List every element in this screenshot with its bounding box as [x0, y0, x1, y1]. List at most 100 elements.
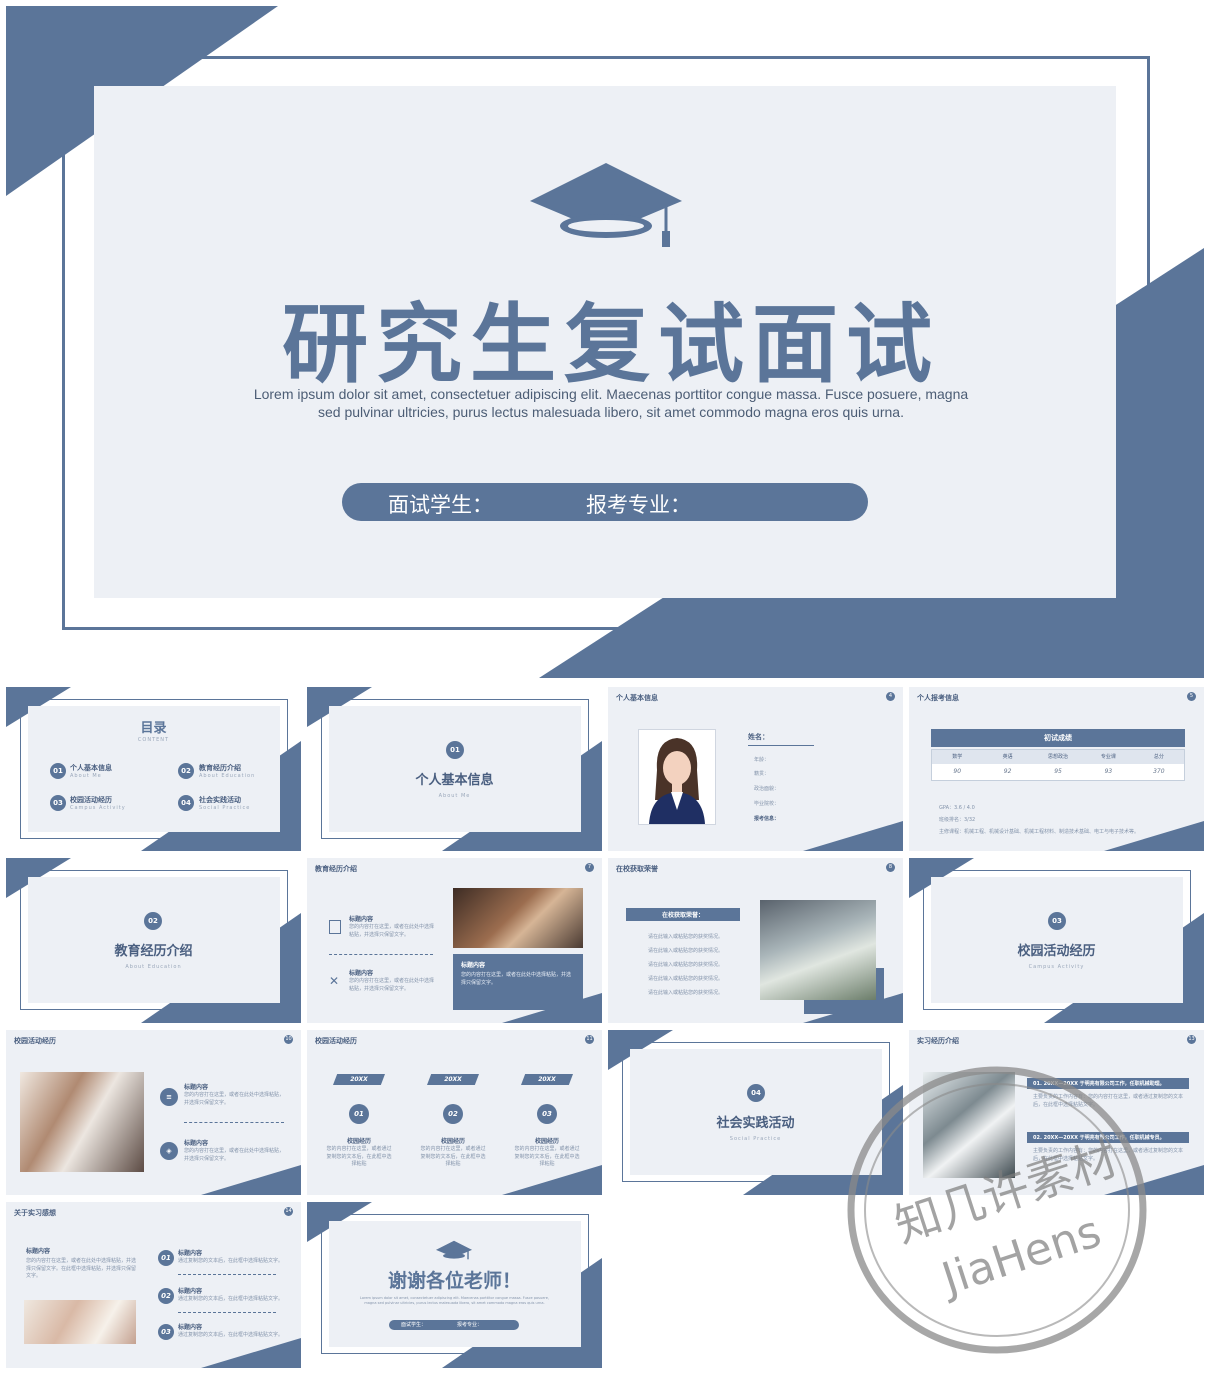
- honor-item: 请在此输入或粘贴您的获奖情况。: [648, 934, 724, 940]
- list-icon: ≡: [160, 1088, 178, 1106]
- field-label: 毕业院校：: [754, 801, 780, 807]
- thumb-thanks[interactable]: 谢谢各位老师！ Lorem ipsum dolor sit amet, cons…: [307, 1202, 602, 1368]
- score-value: 95: [1054, 768, 1062, 775]
- campus-item-text: 您的内容打在这里，或者在此处中选择粘贴，并选择只保留文字。: [184, 1148, 285, 1162]
- toc-item-label: 校园活动经历: [70, 796, 112, 804]
- flowers-photo: [24, 1300, 136, 1344]
- plant-photo: [760, 900, 876, 1000]
- page-number: 7: [585, 863, 594, 872]
- intern-item-2: 02. 20XX—20XX 于明亮有限公司工作，任职机械专员。: [1027, 1132, 1189, 1143]
- section-num: 01: [446, 741, 464, 759]
- score-col-header: 专业课: [1100, 754, 1116, 760]
- toc-title: 目录: [140, 721, 167, 736]
- reflect-item-text: 通过复制您的文本后，在此框中选择粘贴文字。: [178, 1296, 284, 1302]
- year-tag: 20XX: [521, 1074, 573, 1085]
- toc-item-en: Social Practice: [199, 805, 251, 811]
- name-label: 姓名：: [748, 733, 769, 741]
- score-value: 90: [953, 768, 962, 775]
- intern-text: 主要负责的工作内容有：您的内容打在这里，或者通过复制您的文本后，在此框中选择粘贴…: [1033, 1094, 1184, 1108]
- year-tag: 20XX: [333, 1074, 385, 1085]
- divider: [184, 1122, 284, 1123]
- thumb-personal-info[interactable]: 个人基本信息 4 姓名： 年龄： 籍贯： 政治面貌： 毕业院校： 报考信息：: [608, 687, 903, 851]
- score-col-header: 英语: [1002, 754, 1013, 760]
- page-number: 10: [284, 1035, 293, 1044]
- honor-item: 请在此输入或粘贴您的获奖情况。: [648, 990, 724, 996]
- thumb-scores[interactable]: 个人报考信息 5 初试成绩 数学 英语 思想政治 专业课 总分 90 92 95…: [909, 687, 1204, 851]
- score-note: 班级排名：3/32: [939, 817, 976, 823]
- reflect-num: 02: [158, 1288, 174, 1304]
- divider: [178, 1274, 276, 1275]
- slide-header: 个人报考信息: [917, 694, 959, 702]
- timeline-label: 校园经历: [440, 1138, 465, 1145]
- thumb-section-04[interactable]: 04 社会实践活动 Social Practice: [608, 1030, 903, 1195]
- reflect-item-title: 标题内容: [178, 1288, 203, 1295]
- field-label: 年龄：: [754, 757, 770, 763]
- main-slide[interactable]: 研究生复试面试 Lorem ipsum dolor sit amet, cons…: [6, 6, 1204, 678]
- score-col-header: 总分: [1153, 754, 1164, 760]
- thumb-section-01[interactable]: 01 个人基本信息 About Me: [307, 687, 602, 851]
- page-number: 4: [886, 692, 895, 701]
- toc-subtitle: CONTENT: [137, 737, 170, 743]
- thanks-text: Lorem ipsum dolor sit amet, consectetuer…: [359, 1296, 550, 1306]
- section-num: 02: [144, 912, 162, 930]
- toc-item-en: Campus Activity: [70, 805, 126, 811]
- reflect-num: 01: [158, 1250, 174, 1266]
- section-title: 社会实践活动: [716, 1116, 795, 1131]
- thumb-toc[interactable]: 目录 CONTENT 01 个人基本信息 About Me 02 教育经历介绍 …: [6, 687, 301, 851]
- divider: [748, 745, 814, 746]
- book-photo: [453, 888, 583, 948]
- thumb-section-03[interactable]: 03 校园活动经历 Campus Activity: [909, 858, 1204, 1023]
- toc-item-label: 教育经历介绍: [199, 764, 241, 772]
- thumb-honors[interactable]: 在校获取荣誉 8 在校获取荣誉： 请在此输入或粘贴您的获奖情况。 请在此输入或粘…: [608, 858, 903, 1023]
- score-value: 93: [1104, 768, 1113, 775]
- layers-icon: ◈: [160, 1142, 178, 1160]
- tablet-photo: [923, 1072, 1015, 1178]
- score-note: GPA：3.6 / 4.0: [939, 805, 975, 811]
- toc-item-label: 个人基本信息: [70, 764, 112, 772]
- edu-box-title: 标题内容: [461, 962, 486, 969]
- score-table-title: 初试成绩: [931, 729, 1185, 747]
- thumb-reflection[interactable]: 关于实习感想 14 标题内容 您的内容打在这里，或者在此处中选择粘贴，并选择只保…: [6, 1202, 301, 1368]
- edu-item-title: 标题内容: [349, 970, 374, 977]
- score-col-header: 思想政治: [1048, 754, 1069, 760]
- reflect-num: 03: [158, 1324, 174, 1340]
- tools-icon: ✕: [329, 974, 340, 988]
- timeline-num: 01: [349, 1104, 369, 1124]
- section-title: 校园活动经历: [1017, 944, 1096, 959]
- reflect-item-text: 通过复制您的文本后，在此框中选择粘贴文字。: [178, 1258, 284, 1264]
- section-title: 教育经历介绍: [114, 944, 193, 959]
- major-label: 报考专业：: [457, 1322, 483, 1328]
- student-info-bar: 面试学生： 报考专业：: [342, 483, 868, 521]
- campus-item-title: 标题内容: [184, 1140, 209, 1147]
- reflect-item-title: 标题内容: [178, 1324, 203, 1331]
- reflect-left-text: 您的内容打在这里，或者在此处中选择粘贴，并选择只保留文字。在此框中选择粘贴，并选…: [26, 1258, 137, 1279]
- page-number: 5: [1187, 692, 1196, 701]
- section-en: About Education: [125, 964, 182, 970]
- thumb-section-02[interactable]: 02 教育经历介绍 About Education: [6, 858, 301, 1023]
- toc-item-en: About Me: [70, 773, 102, 779]
- edu-box-text: 您的内容打在这里，或者在此处中选择粘贴，并选择只保留文字。: [461, 972, 572, 986]
- toc-num-01: 01: [50, 763, 66, 779]
- portrait-frame: [638, 729, 716, 825]
- honor-item: 请在此输入或粘贴您的获奖情况。: [648, 962, 724, 968]
- honor-item: 请在此输入或粘贴您的获奖情况。: [648, 948, 724, 954]
- edu-item-title: 标题内容: [349, 916, 374, 923]
- reflect-left-title: 标题内容: [26, 1248, 51, 1255]
- avatar: [649, 738, 705, 824]
- section-en: About Me: [438, 793, 471, 799]
- thumb-campus-1[interactable]: 校园活动经历 10 ≡ 标题内容 您的内容打在这里，或者在此处中选择粘贴，并选择…: [6, 1030, 301, 1195]
- score-table: 数学 英语 思想政治 专业课 总分 90 92 95 93 370: [931, 749, 1185, 781]
- year-tag: 20XX: [427, 1074, 479, 1085]
- slide-header: 校园活动经历: [14, 1037, 56, 1045]
- thumb-education[interactable]: 教育经历介绍 7 标题内容 您的内容打在这里，或者在此处中选择粘贴，并选择只保留…: [307, 858, 602, 1023]
- score-note: 主修课程：机械工程、机械设计基础、机械工程材料、制造技术基础、电工与电子技术等。: [939, 829, 1140, 835]
- field-label: 籍贯：: [754, 771, 770, 777]
- thumb-internship[interactable]: 实习经历介绍 13 01. 20XX—20XX 于明亮有限公司工作，任职机械助理…: [909, 1030, 1204, 1195]
- section-num: 04: [747, 1084, 765, 1102]
- page-number: 14: [284, 1207, 293, 1216]
- page-number: 11: [585, 1035, 594, 1044]
- section-en: Campus Activity: [1028, 964, 1085, 970]
- reflect-item-title: 标题内容: [178, 1250, 203, 1257]
- document-icon: [329, 920, 341, 934]
- thumb-campus-2[interactable]: 校园活动经历 11 20XX 01 校园经历 您的内容打在这里，或者通过复制您的…: [307, 1030, 602, 1195]
